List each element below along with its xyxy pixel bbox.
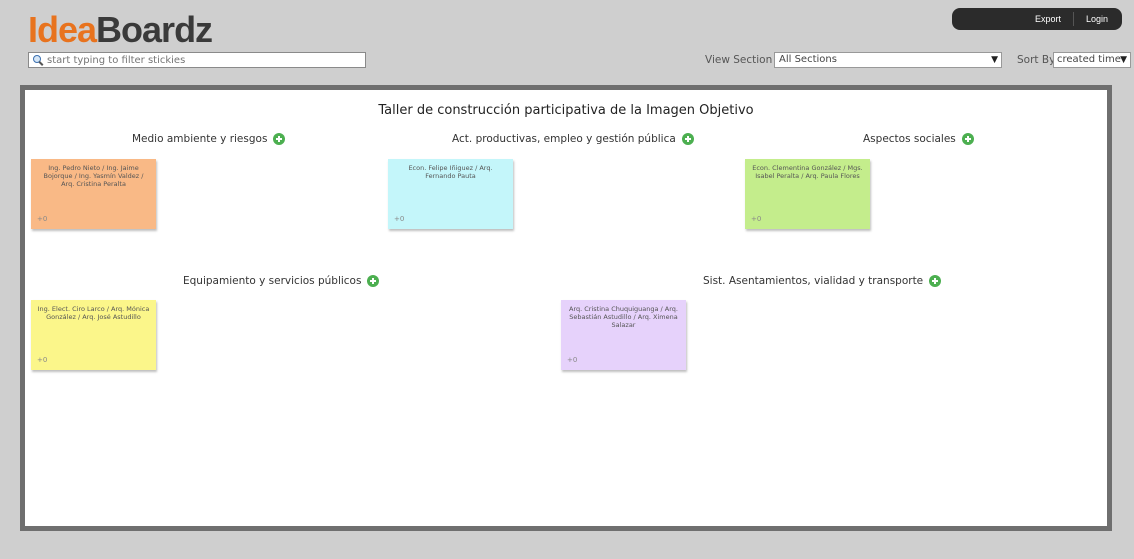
section-header-medio-ambiente: Medio ambiente y riesgos	[132, 133, 286, 145]
sticky-note[interactable]: Econ. Clementina González / Mgs. Isabel …	[745, 159, 870, 229]
logo-boardz-text: Boardz	[96, 9, 213, 50]
search-icon	[32, 54, 44, 66]
add-sticky-icon[interactable]	[929, 275, 942, 287]
vote-count[interactable]: +0	[567, 356, 577, 364]
sticky-text: Ing. Elect. Ciro Larco / Arq. Mónica Gon…	[37, 305, 150, 321]
vote-count[interactable]: +0	[37, 215, 47, 223]
chevron-down-icon: ▼	[991, 55, 998, 65]
filter-box	[28, 52, 366, 68]
section-header-act-productivas: Act. productivas, empleo y gestión públi…	[452, 133, 694, 145]
section-header-aspectos-sociales: Aspectos sociales	[863, 133, 974, 145]
section-title: Equipamiento y servicios públicos	[183, 275, 362, 287]
vote-count[interactable]: +0	[37, 356, 47, 364]
app-logo[interactable]: IdeaBoardz	[28, 8, 213, 52]
section-title: Sist. Asentamientos, vialidad y transpor…	[703, 275, 924, 287]
sticky-text: Econ. Clementina González / Mgs. Isabel …	[752, 164, 863, 180]
add-sticky-icon[interactable]	[273, 133, 286, 145]
vote-count[interactable]: +0	[751, 215, 761, 223]
vote-count[interactable]: +0	[394, 215, 404, 223]
sticky-note[interactable]: Arq. Cristina Chuquiguanga / Arq. Sebast…	[561, 300, 686, 370]
sticky-note[interactable]: Econ. Felipe Iñiguez / Arq. Fernando Pau…	[388, 159, 513, 229]
add-sticky-icon[interactable]	[367, 275, 380, 287]
sticky-text: Ing. Pedro Nieto / Ing. Jaime Bojorque /…	[43, 164, 144, 188]
toolbar-divider	[1072, 12, 1074, 26]
sort-by-value: created time	[1057, 54, 1121, 65]
sticky-note[interactable]: Ing. Pedro Nieto / Ing. Jaime Bojorque /…	[31, 159, 156, 229]
sort-by-select[interactable]: created time ▼	[1053, 52, 1131, 68]
board-title: Taller de construcción participativa de …	[378, 103, 754, 118]
section-title: Medio ambiente y riesgos	[132, 133, 268, 145]
section-title: Act. productivas, empleo y gestión públi…	[452, 133, 676, 145]
section-header-asentamientos: Sist. Asentamientos, vialidad y transpor…	[703, 275, 942, 287]
filter-input[interactable]	[44, 53, 365, 67]
sort-by-label: Sort By	[1017, 54, 1056, 66]
section-header-equipamiento: Equipamiento y servicios públicos	[183, 275, 380, 287]
logo-idea-text: Idea	[28, 9, 97, 50]
add-sticky-icon[interactable]	[681, 133, 694, 145]
top-toolbar: Export Login	[952, 8, 1122, 30]
section-title: Aspectos sociales	[863, 133, 956, 145]
add-sticky-icon[interactable]	[961, 133, 974, 145]
sticky-text: Econ. Felipe Iñiguez / Arq. Fernando Pau…	[408, 164, 493, 180]
sticky-text: Arq. Cristina Chuquiguanga / Arq. Sebast…	[569, 305, 678, 329]
login-button[interactable]: Login	[1078, 12, 1116, 26]
view-section-value: All Sections	[779, 54, 837, 65]
export-button[interactable]: Export	[1027, 12, 1069, 26]
sticky-note[interactable]: Ing. Elect. Ciro Larco / Arq. Mónica Gon…	[31, 300, 156, 370]
chevron-down-icon: ▼	[1120, 55, 1127, 65]
view-section-label: View Section	[705, 54, 773, 66]
board-canvas: Taller de construcción participativa de …	[20, 85, 1112, 531]
view-section-select[interactable]: All Sections ▼	[774, 52, 1002, 68]
